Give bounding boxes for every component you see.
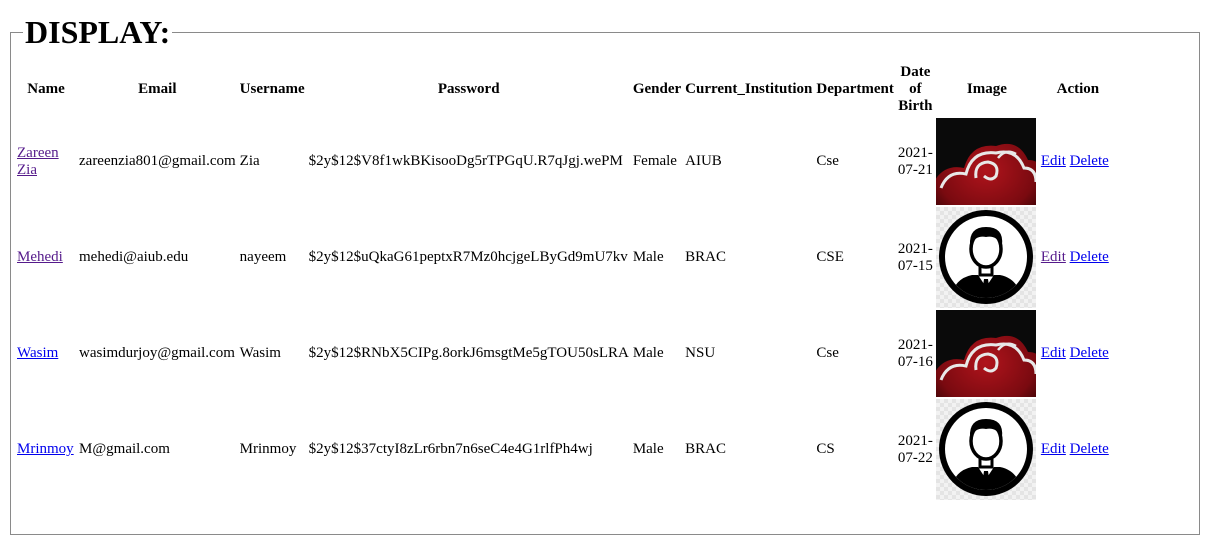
username-cell: nayeem (239, 249, 287, 265)
table-row: Mrinmoy M@gmail.com Mrinmoy $2y$12$37cty… (16, 399, 1116, 500)
image-cell (935, 118, 1038, 205)
header-email: Email (138, 80, 177, 97)
table-row: Zareen Zia zareenzia801@gmail.com Zia $2y… (16, 118, 1116, 205)
dob-cell: 2021- 07-22 (897, 432, 933, 466)
display-legend: DISPLAY: (25, 14, 171, 50)
dob-cell: 2021- 07-15 (897, 240, 933, 274)
image-cell (935, 310, 1038, 397)
user-silhouette-icon (935, 399, 1036, 500)
action-cell: Edit Delete (1040, 310, 1116, 397)
users-table: Name Email Username Password Gender Curr… (14, 60, 1118, 502)
dob-cell: 2021- 07-21 (897, 144, 933, 178)
table-row: Wasim wasimdurjoy@gmail.com Wasim $2y$12… (16, 310, 1116, 397)
image-cell (935, 207, 1038, 308)
name-cell: Mrinmoy (16, 399, 76, 500)
department-cell: CS (816, 441, 835, 457)
user-name-link[interactable]: Mehedi (17, 249, 63, 265)
institution-cell: BRAC (685, 249, 726, 265)
header-gender: Gender (632, 80, 682, 97)
gender-cell: Male (632, 345, 664, 361)
red-cloud-avatar-icon (935, 118, 1036, 205)
table-row: Mehedi mehedi@aiub.edu nayeem $2y$12$uQk… (16, 207, 1116, 308)
edit-link[interactable]: Edit (1041, 345, 1066, 361)
department-cell: Cse (816, 153, 839, 169)
header-password: Password (437, 80, 500, 97)
delete-link[interactable]: Delete (1070, 153, 1109, 169)
user-silhouette-icon (935, 207, 1036, 308)
password-cell: $2y$12$37ctyI8zLr6rbn7n6seC4e4G1rlfPh4wj (308, 441, 593, 457)
header-dob: Date of Birth (897, 62, 934, 116)
delete-link[interactable]: Delete (1070, 345, 1109, 361)
header-name: Name (27, 80, 65, 97)
email-cell: zareenzia801@gmail.com (79, 153, 236, 169)
institution-cell: AIUB (685, 153, 722, 169)
edit-link[interactable]: Edit (1041, 249, 1066, 265)
email-cell: mehedi@aiub.edu (79, 249, 189, 265)
edit-link[interactable]: Edit (1041, 153, 1066, 169)
institution-cell: BRAC (685, 441, 726, 457)
password-cell: $2y$12$V8f1wkBKisooDg5rTPGqU.R7qJgj.wePM (308, 153, 623, 169)
red-cloud-avatar-icon (935, 310, 1036, 397)
edit-link[interactable]: Edit (1041, 441, 1066, 457)
action-cell: Edit Delete (1040, 207, 1116, 308)
header-dob-line3: Birth (898, 97, 933, 114)
header-dob-line1: Date (900, 63, 931, 80)
header-username: Username (239, 80, 305, 97)
institution-cell: NSU (685, 345, 716, 361)
username-cell: Wasim (239, 345, 281, 361)
user-name-link[interactable]: Wasim (17, 345, 58, 361)
email-cell: wasimdurjoy@gmail.com (79, 345, 235, 361)
email-cell: M@gmail.com (79, 441, 170, 457)
gender-cell: Male (632, 249, 664, 265)
user-name-link[interactable]: Zareen Zia (17, 145, 59, 178)
password-cell: $2y$12$RNbX5CIPg.8orkJ6msgtMe5gTOU50sLRA (308, 345, 629, 361)
gender-cell: Female (632, 153, 677, 169)
name-cell: Mehedi (16, 207, 76, 308)
username-cell: Zia (239, 153, 260, 169)
header-dob-line2: of (909, 80, 922, 97)
gender-cell: Male (632, 441, 664, 457)
image-cell (935, 399, 1038, 500)
action-cell: Edit Delete (1040, 399, 1116, 500)
header-department: Department (816, 80, 894, 97)
header-action: Action (1056, 80, 1100, 97)
department-cell: CSE (816, 249, 844, 265)
name-cell: Wasim (16, 310, 76, 397)
delete-link[interactable]: Delete (1070, 441, 1109, 457)
username-cell: Mrinmoy (239, 441, 297, 457)
table-header-row: Name Email Username Password Gender Curr… (16, 62, 1116, 116)
header-institution: Current_Institution (685, 80, 813, 97)
action-cell: Edit Delete (1040, 118, 1116, 205)
delete-link[interactable]: Delete (1070, 249, 1109, 265)
user-name-link[interactable]: Mrinmoy (17, 441, 74, 457)
department-cell: Cse (816, 345, 839, 361)
header-image: Image (966, 80, 1007, 97)
password-cell: $2y$12$uQkaG61peptxR7Mz0hcjgeLByGd9mU7kv (308, 249, 628, 265)
name-cell: Zareen Zia (16, 118, 76, 205)
dob-cell: 2021- 07-16 (897, 336, 933, 370)
